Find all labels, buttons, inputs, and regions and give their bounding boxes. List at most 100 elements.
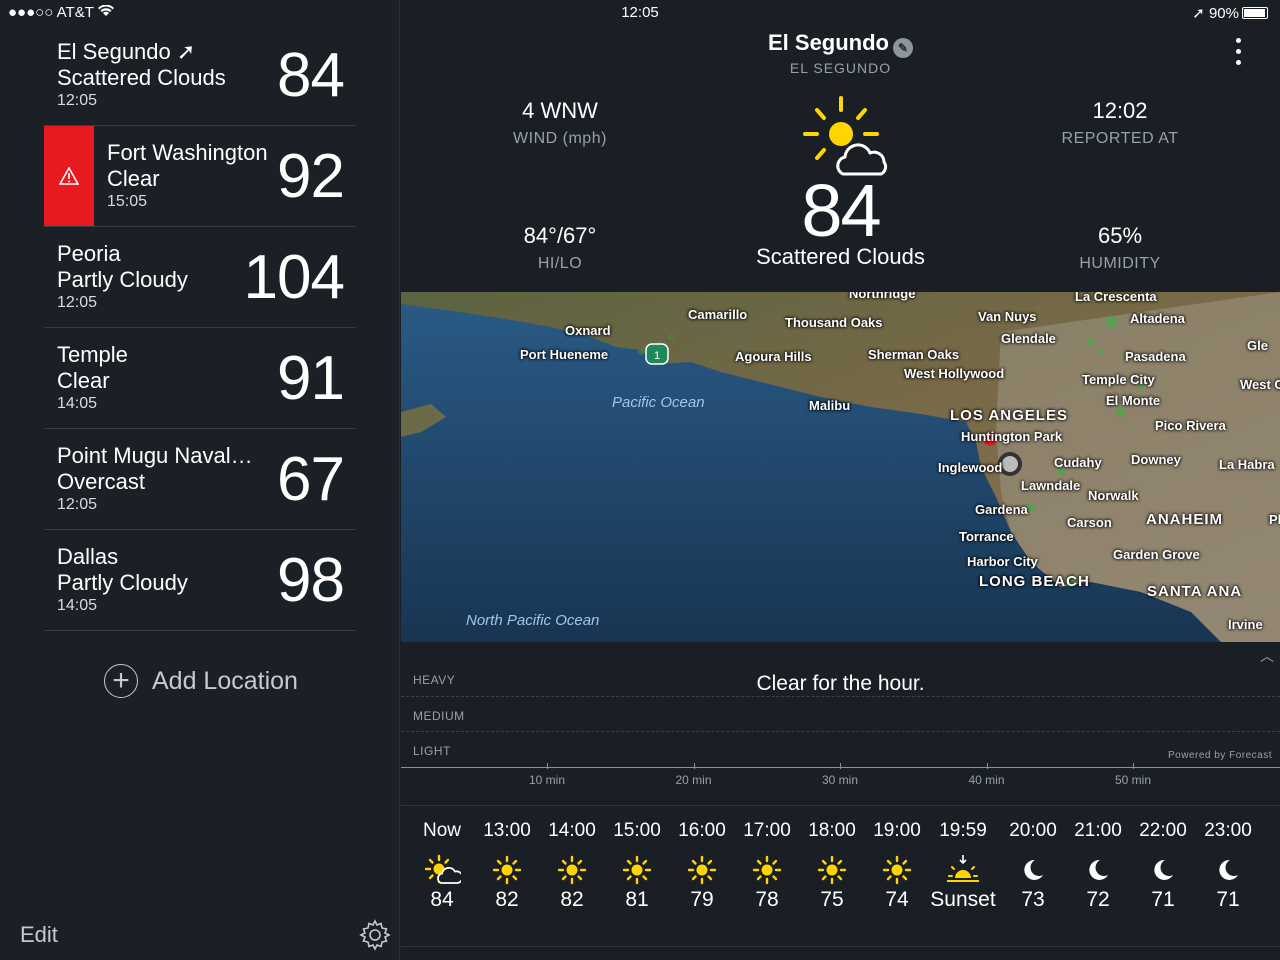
- sun-icon: [669, 848, 735, 892]
- hourly-item: 19:00 74: [864, 820, 930, 912]
- location-row[interactable]: Peoria Partly Cloudy 12:05 104: [44, 227, 356, 328]
- hourly-item: 15:00 81: [604, 820, 670, 912]
- hourly-item: 22:00 71: [1130, 820, 1196, 912]
- map-label: ANAHEIM: [1146, 511, 1223, 528]
- hourly-forecast[interactable]: Now 84 13:00 82 14:00 82 15:00 81 16:00 79 17:00 78…: [401, 820, 1280, 950]
- hour-time: Now: [422, 820, 461, 841]
- location-name: Peoria: [57, 241, 121, 266]
- add-location-button[interactable]: + Add Location: [104, 664, 298, 698]
- powered-by-label[interactable]: Powered by Forecast: [1168, 750, 1272, 761]
- axis-tick: [547, 763, 548, 769]
- edit-button[interactable]: Edit: [20, 922, 58, 948]
- axis-tick-label: 40 min: [968, 773, 1005, 787]
- hour-time: 15:00: [613, 820, 661, 841]
- map-label: LOS ANGELES: [950, 407, 1068, 424]
- hourly-item: 19:59 Sunset: [923, 820, 1003, 912]
- location-name: Fort Washington: [107, 140, 268, 165]
- map-label: Sherman Oaks: [868, 347, 960, 362]
- wind-label: WIND (mph): [513, 130, 607, 147]
- location-name: Temple: [57, 342, 128, 367]
- hour-temperature: 72: [1086, 888, 1110, 911]
- location-arrow-icon: ➚: [1192, 5, 1205, 22]
- location-name: El Segundo ➚: [57, 39, 196, 64]
- map-label: La Habra: [1219, 457, 1275, 472]
- battery-icon: [1242, 7, 1268, 19]
- hourly-item: 16:00 79: [669, 820, 735, 912]
- sun-cloud-icon: [409, 848, 475, 892]
- hourly-item: 17:00 78: [734, 820, 800, 912]
- hour-time: 22:00: [1139, 820, 1187, 841]
- location-header: El Segundo ✎ EL SEGUNDO: [401, 30, 1280, 76]
- location-temperature: 98: [277, 546, 345, 615]
- hour-temperature: 82: [560, 888, 584, 911]
- location-time: 12:05: [57, 294, 98, 311]
- hourly-item: 21:00 72: [1065, 820, 1131, 912]
- hourly-item: 20:00 73: [1000, 820, 1066, 912]
- location-name: Point Mugu Naval…: [57, 443, 253, 468]
- moon-icon: [1065, 848, 1131, 892]
- map-label: Agoura Hills: [735, 349, 812, 364]
- location-row[interactable]: El Segundo ➚ Scattered Clouds 12:05 84: [44, 25, 356, 126]
- map-label: Carson: [1067, 515, 1112, 530]
- sunset-icon: [923, 848, 1003, 892]
- battery-status: ➚ 90%: [1192, 4, 1268, 22]
- map-label: Downey: [1131, 452, 1181, 467]
- map-label: Lawndale: [1021, 478, 1081, 493]
- map-label: La Crescenta: [1075, 292, 1157, 304]
- map-label: LONG BEACH: [979, 573, 1090, 590]
- location-temperature: 104: [243, 243, 345, 312]
- location-time: 15:05: [107, 193, 148, 210]
- current-condition: Scattered Clouds: [756, 244, 925, 269]
- sun-icon: [799, 848, 865, 892]
- map-label: West Hollywood: [904, 366, 1005, 381]
- hour-temperature: 73: [1021, 888, 1045, 911]
- location-condition: Overcast: [57, 469, 146, 494]
- hour-temperature: 82: [495, 888, 519, 911]
- location-row[interactable]: Dallas Partly Cloudy 14:05 98: [44, 530, 356, 631]
- map-label: Gardena: [975, 502, 1028, 517]
- axis-tick: [693, 763, 695, 769]
- location-condition: Partly Cloudy: [57, 570, 188, 595]
- location-condition: Scattered Clouds: [57, 65, 226, 90]
- edit-pencil-icon[interactable]: ✎: [893, 38, 913, 58]
- map-label: Harbor City: [967, 554, 1038, 569]
- location-temperature: 91: [277, 344, 345, 413]
- location-row[interactable]: Fort Washington Clear 15:05 92: [44, 126, 356, 227]
- hour-time: 20:00: [1009, 820, 1057, 841]
- map-label: Pico Rivera: [1155, 418, 1226, 433]
- axis-tick-label: 10 min: [528, 773, 566, 787]
- sun-icon: [604, 848, 670, 892]
- settings-gear-icon[interactable]: [358, 918, 392, 952]
- locations-sidebar: El Segundo ➚ Scattered Clouds 12:05 84 Fort …: [0, 0, 400, 960]
- location-row[interactable]: Point Mugu Naval… Overcast 12:05 67: [44, 429, 356, 530]
- hour-temperature: Sunset: [930, 888, 996, 911]
- city-subtitle: EL SEGUNDO: [789, 60, 892, 76]
- reported-stat: 12:02 REPORTED AT: [1010, 98, 1230, 148]
- collapse-caret-icon[interactable]: ︿: [1260, 646, 1274, 666]
- location-row[interactable]: Temple Clear 14:05 91: [44, 328, 356, 429]
- gridline: [401, 696, 1280, 697]
- map-label: Camarillo: [688, 307, 748, 322]
- wind-value: 4 WNW: [522, 98, 598, 123]
- hour-time: 16:00: [678, 820, 726, 841]
- more-menu-icon[interactable]: [1236, 38, 1242, 71]
- alert-badge[interactable]: [44, 126, 94, 226]
- map-label: Altadena: [1130, 311, 1185, 326]
- map-label: Oxnard: [565, 323, 611, 338]
- axis-tick-label: 30 min: [821, 773, 859, 787]
- moon-icon: [1000, 848, 1066, 892]
- axis-tick: [840, 763, 841, 769]
- precipitation-panel: ︿ HEAVY MEDIUM LIGHT Clear for the hour.…: [401, 642, 1280, 806]
- axis-tick: [1133, 763, 1134, 769]
- map-label: Torrance: [959, 529, 1014, 544]
- map-label: Garden Grove: [1113, 547, 1200, 562]
- radar-map[interactable]: 1 Camarillo Oxnard Port Hueneme Thousand Oa…: [401, 292, 1280, 642]
- map-label: Cudahy: [1054, 455, 1102, 470]
- hour-temperature: 78: [755, 888, 779, 911]
- hour-time: 21:00: [1074, 820, 1122, 841]
- city-title[interactable]: El Segundo ✎: [401, 30, 1280, 58]
- location-condition: Clear: [107, 166, 160, 191]
- map-label: Pasadena: [1125, 349, 1186, 364]
- map-label: Temple City: [1082, 372, 1155, 387]
- warning-icon: [59, 167, 79, 185]
